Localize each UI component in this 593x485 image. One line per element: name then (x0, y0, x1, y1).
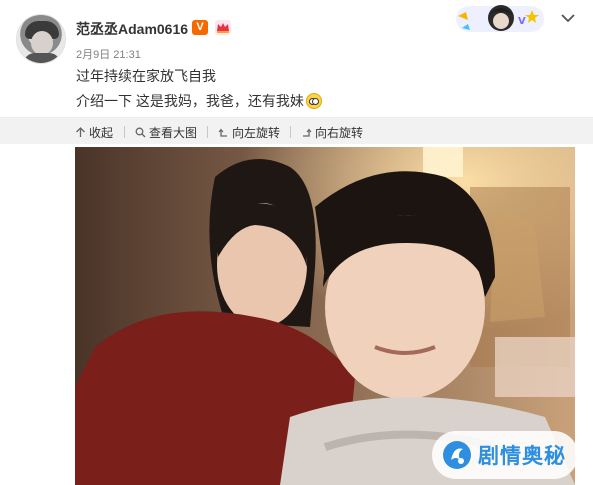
rotate-left-label: 向左旋转 (232, 126, 281, 140)
svg-text:V: V (518, 16, 526, 27)
post-text-line2: 介绍一下 这是我妈，我爸，还有我妹 (76, 91, 322, 111)
collapse-button[interactable]: 收起 (75, 124, 113, 141)
weibo-post: 范丞丞Adam0616 V 2月9日 21:31 过年持续在家放飞自我 介绍一下… (0, 0, 593, 485)
toolbar-divider (207, 126, 208, 138)
glasses-emoji-icon (305, 93, 322, 109)
post-text-line2-content: 介绍一下 这是我妈，我爸，还有我妹 (76, 93, 304, 109)
post-text-line1: 过年持续在家放飞自我 (76, 68, 216, 84)
post-timestamp[interactable]: 2月9日 21:31 (76, 46, 141, 62)
watermark-text: 剧情奥秘 (478, 445, 566, 468)
view-large-label: 查看大图 (149, 126, 198, 140)
magnifier-icon (135, 127, 146, 138)
view-large-button[interactable]: 查看大图 (135, 124, 197, 141)
arrow-up-icon (76, 127, 85, 137)
rotate-left-icon (218, 128, 227, 137)
image-toolbar: 收起 查看大图 向左旋转 向右旋转 (0, 117, 593, 144)
rotate-right-button[interactable]: 向右旋转 (301, 124, 363, 141)
rotate-right-label: 向右旋转 (315, 126, 364, 140)
rotate-right-icon (303, 128, 312, 137)
avatar-body (23, 53, 61, 63)
rotate-left-button[interactable]: 向左旋转 (218, 124, 280, 141)
decoration-card-icon: V (456, 5, 544, 32)
crown-icon[interactable] (214, 19, 232, 36)
toolbar-divider (290, 126, 291, 138)
username-link[interactable]: 范丞丞Adam0616 (76, 19, 188, 39)
site-watermark: 剧情奥秘 (432, 431, 578, 479)
avatar-face (31, 31, 53, 55)
watermark-logo-icon (443, 441, 471, 469)
toolbar-divider (124, 126, 125, 138)
chevron-down-icon[interactable] (560, 12, 576, 24)
user-avatar[interactable] (16, 14, 66, 64)
vip-v-icon[interactable]: V (192, 20, 208, 35)
collapse-label: 收起 (89, 126, 114, 140)
